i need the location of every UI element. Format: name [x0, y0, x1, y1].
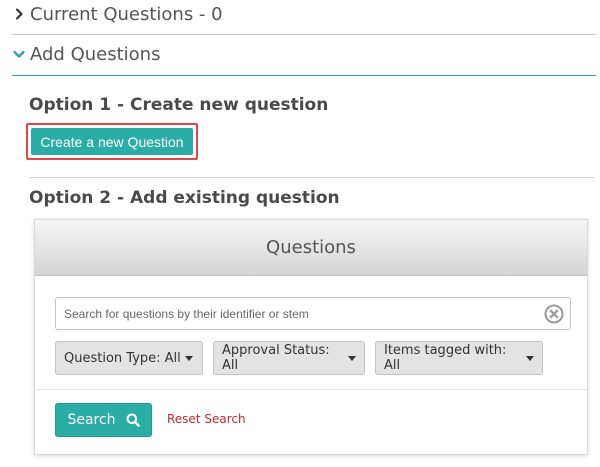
caret-down-icon [526, 355, 534, 361]
accordion-add-label: Add Questions [30, 43, 161, 65]
caret-down-icon [348, 355, 356, 361]
filter-bar: Question Type: All Approval Status: All … [55, 341, 543, 375]
search-button[interactable]: Search [55, 403, 152, 437]
accordion-divider [12, 34, 596, 35]
chevron-down-icon [13, 50, 25, 58]
items-tagged-dropdown[interactable]: Items tagged with: All [375, 341, 543, 375]
section-divider [29, 177, 594, 178]
caret-down-icon [184, 355, 193, 361]
accordion-current-questions[interactable]: Current Questions - 0 [12, 3, 596, 25]
page: Current Questions - 0 Add Questions Opti… [0, 0, 600, 467]
questions-panel: Questions Question Type: All Approval St… [34, 219, 588, 455]
search-icon [126, 413, 140, 427]
chevron-right-icon [15, 8, 23, 20]
question-search-input[interactable] [56, 298, 536, 329]
option2-title: Option 2 - Add existing question [29, 188, 340, 208]
approval-status-label: Approval Status: All [222, 343, 330, 373]
question-type-label: Question Type: All [64, 350, 181, 366]
questions-panel-title: Questions [266, 237, 356, 258]
panel-divider [35, 389, 587, 390]
question-type-dropdown[interactable]: Question Type: All [55, 341, 203, 375]
clear-search-icon[interactable] [544, 304, 564, 324]
accordion-add-questions[interactable]: Add Questions [12, 42, 596, 66]
questions-panel-header: Questions [35, 220, 587, 276]
approval-status-dropdown[interactable]: Approval Status: All [213, 341, 365, 375]
accordion-current-label: Current Questions - 0 [30, 3, 223, 25]
search-button-label: Search [67, 412, 116, 428]
accordion-active-divider [12, 75, 596, 76]
create-new-question-button[interactable]: Create a new Question [31, 128, 193, 155]
reset-search-link[interactable]: Reset Search [167, 412, 246, 426]
items-tagged-label: Items tagged with: All [384, 343, 507, 373]
option1-title: Option 1 - Create new question [29, 95, 329, 115]
create-question-highlight: Create a new Question [26, 123, 198, 160]
search-box [55, 297, 571, 330]
